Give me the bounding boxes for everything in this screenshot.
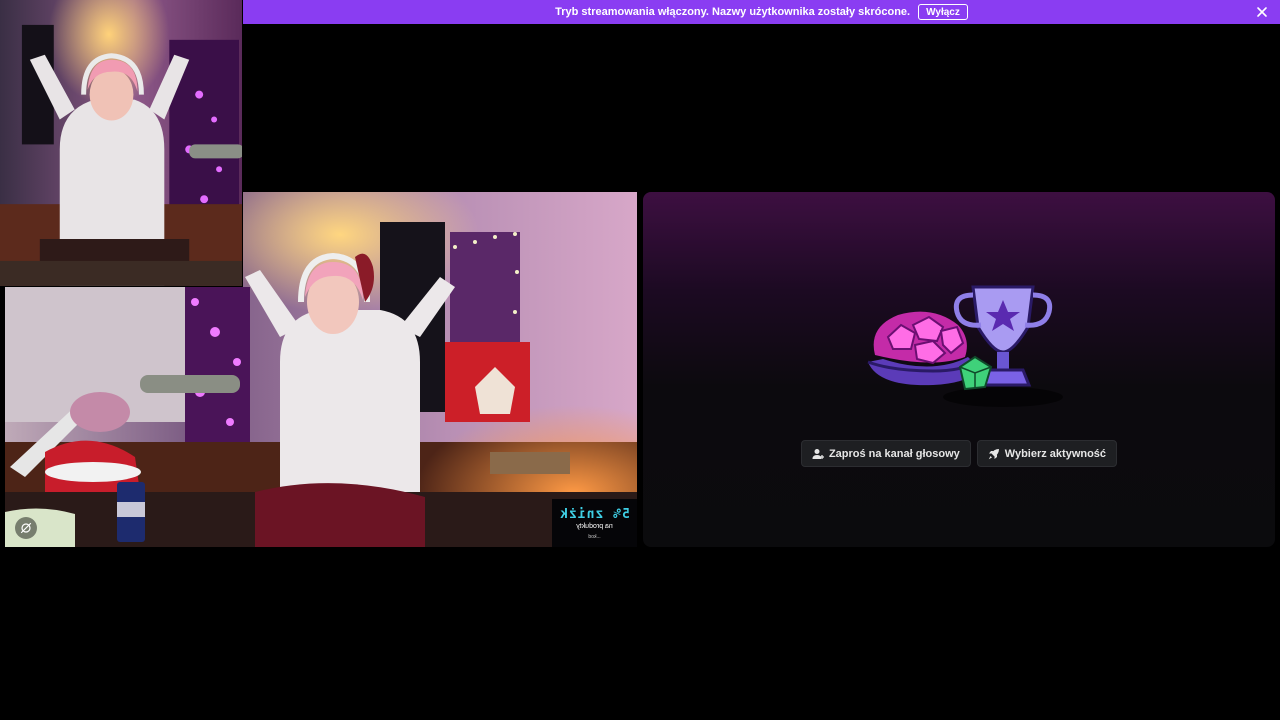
trophy-and-gems-illustration: [867, 285, 1063, 407]
activity-label: Wybierz aktywność: [1004, 447, 1107, 460]
stream-promo-overlay: 5% zniżk na produkty ...kod: [552, 499, 637, 547]
pip-video-tile[interactable]: [0, 0, 243, 287]
invite-to-voice-button[interactable]: Zaproś na kanał głosowy: [800, 440, 971, 467]
camera-feed: [0, 0, 242, 286]
disable-streamer-mode-button[interactable]: Wyłącz: [918, 4, 968, 20]
promo-footnote: ...kod: [588, 533, 601, 540]
choose-activity-button[interactable]: Wybierz aktywność: [976, 440, 1118, 467]
promo-subtitle: na produkty: [576, 522, 613, 530]
person-add-icon: [812, 448, 824, 460]
close-icon[interactable]: [1256, 6, 1268, 18]
promo-title: 5% zniżk: [559, 506, 630, 522]
rocket-icon: [988, 448, 1000, 460]
streamer-mode-notice: Tryb streamowania włączony. Nazwy użytko…: [243, 0, 1280, 24]
activity-panel: Zaproś na kanał głosowy Wybierz aktywnoś…: [643, 192, 1275, 547]
action-buttons: Zaproś na kanał głosowy Wybierz aktywnoś…: [643, 440, 1275, 467]
hide-video-icon[interactable]: [15, 517, 37, 539]
notice-message: Tryb streamowania włączony. Nazwy użytko…: [555, 6, 911, 18]
invite-label: Zaproś na kanał głosowy: [828, 447, 960, 460]
